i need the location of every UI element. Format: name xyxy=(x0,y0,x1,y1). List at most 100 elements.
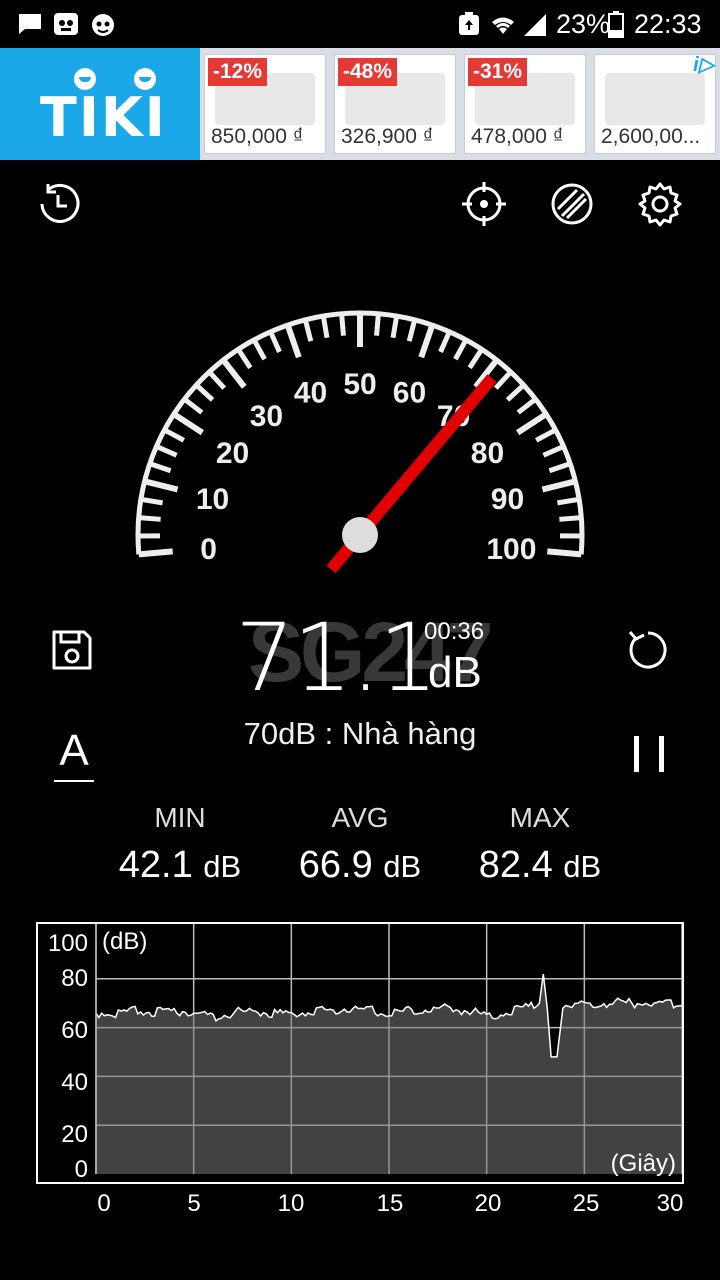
x-tick-label: 5 xyxy=(187,1190,201,1217)
app-notification-icon-2 xyxy=(88,8,118,40)
ad-banner[interactable]: TIKI -12% 850,000 ₫ -48% 326,900 ₫ -31% … xyxy=(0,48,720,160)
gauge-tick-label: 20 xyxy=(216,437,249,470)
battery-saver-icon xyxy=(456,8,482,40)
gauge-minor-tick xyxy=(505,383,526,402)
product-price: 326,900 ₫ xyxy=(341,125,434,148)
x-tick-label: 30 xyxy=(656,1190,684,1217)
avg-label: AVG xyxy=(331,802,389,833)
ad-product[interactable]: -12% 850,000 ₫ xyxy=(204,54,326,154)
x-tick-label: 10 xyxy=(277,1190,305,1217)
discount-badge: -31% xyxy=(468,58,528,86)
y-tick-label: 100 xyxy=(47,930,88,957)
max-label: MAX xyxy=(509,802,571,833)
gauge-minor-tick xyxy=(493,370,513,390)
chart-y-label: (dB) xyxy=(102,928,148,955)
min-unit: dB xyxy=(203,849,242,884)
save-icon[interactable] xyxy=(50,628,94,677)
gauge-minor-tick xyxy=(236,347,253,370)
gauge-minor-tick xyxy=(559,515,582,522)
product-image xyxy=(605,73,705,125)
app-notification-icon xyxy=(52,8,82,40)
gauge-minor-tick xyxy=(155,444,178,458)
gauge-major-tick xyxy=(516,411,548,436)
gauge-tick-label: 10 xyxy=(196,483,229,516)
clock: 22:33 xyxy=(634,9,702,39)
x-tick-label: 25 xyxy=(572,1190,600,1217)
gauge-minor-tick xyxy=(339,313,346,336)
reading-unit: dB xyxy=(428,648,482,697)
product-price: 2,600,00... xyxy=(601,125,701,148)
gauge-major-tick xyxy=(418,324,436,359)
gauge-minor-tick xyxy=(320,315,330,339)
signal-icon xyxy=(522,8,548,40)
gauge-minor-tick xyxy=(374,313,381,336)
gauge-minor-tick xyxy=(534,427,557,443)
weighting-toggle[interactable]: A xyxy=(54,729,94,782)
reset-icon[interactable] xyxy=(624,626,672,679)
elapsed-time: 00:36 xyxy=(424,618,485,645)
chart-plot xyxy=(95,924,683,1174)
gauge-minor-tick xyxy=(182,397,204,415)
gauge-major-tick xyxy=(220,358,247,389)
product-price: 478,000 ₫ xyxy=(471,125,564,148)
gauge-tick-label: 0 xyxy=(200,533,217,566)
ad-product[interactable]: -48% 326,900 ₫ xyxy=(334,54,456,154)
y-tick-label: 60 xyxy=(61,1017,88,1044)
gauge-minor-tick xyxy=(268,330,282,353)
wifi-icon xyxy=(488,8,518,40)
min-number: 42.1 xyxy=(118,844,193,886)
max-number: 82.4 xyxy=(478,844,553,886)
tiki-brand: TIKI xyxy=(40,86,167,149)
status-bar: 23% 22:33 xyxy=(0,0,720,48)
adchoices-icon[interactable]: i▷ xyxy=(693,52,714,77)
min-label: MIN xyxy=(154,802,206,833)
tiki-logo[interactable]: TIKI xyxy=(0,48,200,160)
crosshair-icon[interactable] xyxy=(460,180,508,228)
avg-number: 66.9 xyxy=(298,844,373,886)
gauge-tick-label: 50 xyxy=(343,368,376,401)
message-icon xyxy=(16,8,44,40)
ad-product[interactable]: -31% 478,000 ₫ xyxy=(464,54,586,154)
gauge-major-tick xyxy=(172,411,204,436)
current-reading: 71.1 xyxy=(235,604,438,713)
sound-level-gauge: 0102030405060708090100 xyxy=(135,310,585,574)
gauge-minor-tick xyxy=(251,338,267,361)
reference-level: 70dB : Nhà hàng xyxy=(243,716,477,751)
gauge-tick-label: 60 xyxy=(393,376,426,409)
gauge-major-tick xyxy=(138,548,173,558)
avg-unit: dB xyxy=(383,849,422,884)
gauge-tick-label: 40 xyxy=(294,376,327,409)
discount-badge: -48% xyxy=(338,58,398,86)
gauge-minor-tick xyxy=(548,461,572,474)
gauge-tick-label: 90 xyxy=(491,483,524,516)
settings-icon[interactable] xyxy=(636,180,684,228)
max-value: 82.4 dB xyxy=(430,844,650,887)
gauge-minor-tick xyxy=(556,496,580,506)
product-price: 850,000 ₫ xyxy=(211,125,304,148)
history-icon[interactable] xyxy=(36,180,84,228)
gauge-minor-tick xyxy=(516,397,538,415)
gauge-major-tick xyxy=(284,324,302,359)
x-tick-label: 15 xyxy=(376,1190,404,1217)
battery-icon xyxy=(608,8,624,40)
gauge-major-tick xyxy=(541,478,577,493)
gauge-minor-tick xyxy=(542,444,565,458)
gauge-minor-tick xyxy=(194,383,215,402)
y-tick-label: 80 xyxy=(61,965,88,992)
chart-x-label: (Giây) xyxy=(610,1150,676,1177)
pause-icon[interactable] xyxy=(630,734,670,779)
gauge-minor-tick xyxy=(148,461,172,474)
x-tick-label: 0 xyxy=(97,1190,111,1217)
needle-hub xyxy=(342,517,378,553)
gauge-minor-tick xyxy=(438,330,452,353)
gauge-tick-label: 30 xyxy=(250,400,283,433)
y-tick-label: 0 xyxy=(74,1156,88,1183)
x-tick-label: 20 xyxy=(474,1190,502,1217)
gauge-tick-label: 100 xyxy=(486,533,536,566)
gauge-minor-tick xyxy=(453,338,469,361)
max-unit: dB xyxy=(563,849,602,884)
gauge-minor-tick xyxy=(163,427,186,443)
discount-badge: -12% xyxy=(208,58,268,86)
theme-icon[interactable] xyxy=(548,180,596,228)
gauge-minor-tick xyxy=(390,315,400,339)
